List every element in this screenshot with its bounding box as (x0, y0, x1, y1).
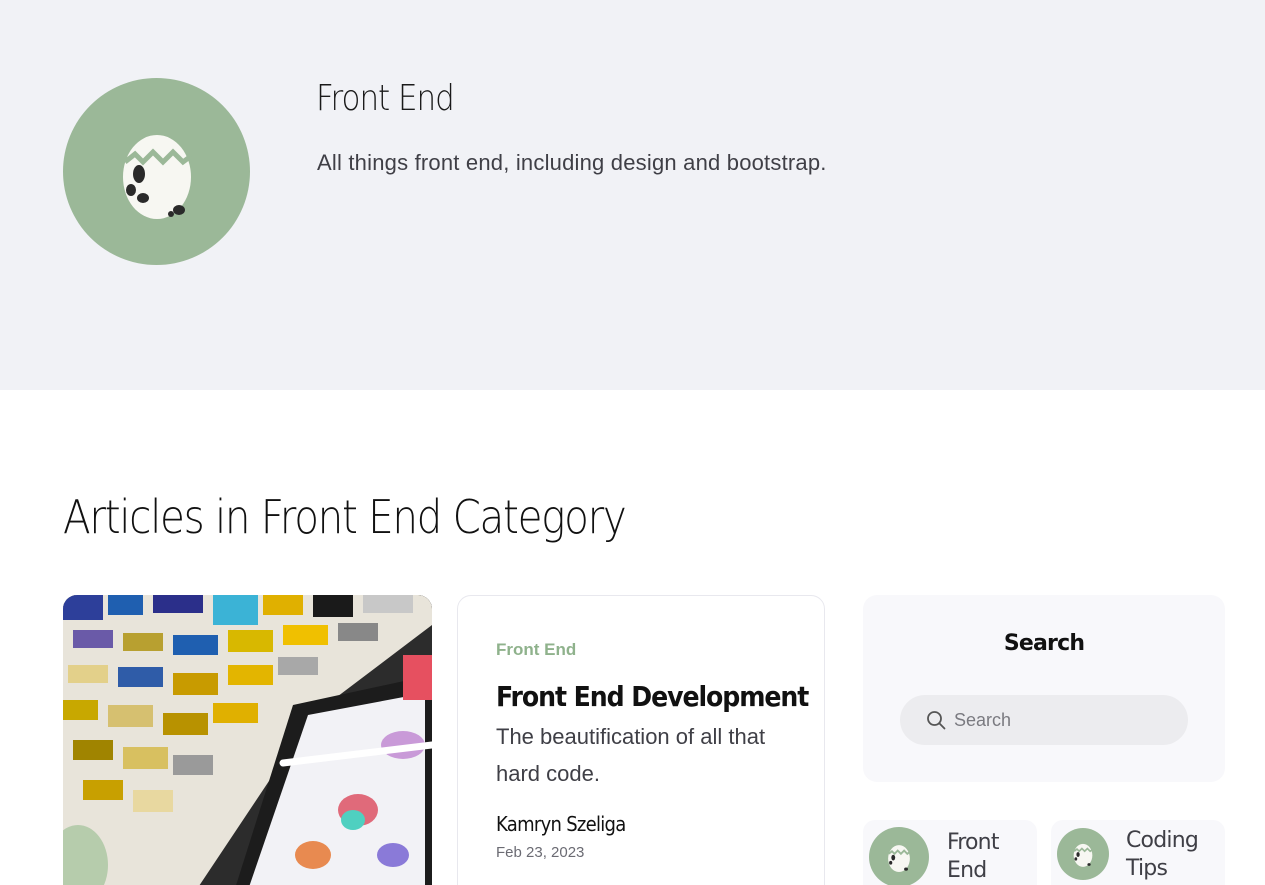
egg-icon (1073, 843, 1093, 867)
search-box[interactable] (900, 695, 1188, 745)
article-author[interactable]: Kamryn Szeliga (496, 812, 626, 836)
egg-icon (888, 845, 911, 873)
egg-icon (122, 134, 192, 219)
article-card[interactable]: Front End Front End Development The beau… (457, 595, 825, 885)
category-card-label[interactable]: Coding Tips (1126, 827, 1216, 883)
category-title: Front End (316, 78, 455, 119)
article-category[interactable]: Front End (496, 640, 576, 660)
search-widget-title: Search (1003, 631, 1085, 656)
search-input[interactable] (954, 695, 1174, 745)
category-card-label[interactable]: Front End (947, 829, 1037, 885)
category-avatar-small (1057, 828, 1109, 880)
category-description: All things front end, including design a… (317, 150, 827, 175)
category-avatar-small (869, 827, 929, 885)
article-image[interactable] (63, 595, 432, 885)
search-icon[interactable] (926, 710, 946, 730)
category-hero: Front End All things front end, includin… (0, 0, 1265, 390)
category-avatar (63, 78, 250, 265)
article-date: Feb 23, 2023 (496, 844, 585, 861)
color-swatches-illustration (63, 595, 432, 885)
article-title[interactable]: Front End Development (496, 680, 809, 713)
articles-heading: Articles in Front End Category (63, 490, 627, 544)
category-card-front-end[interactable]: Front End (863, 820, 1037, 885)
article-excerpt: The beautification of all that hard code… (496, 724, 766, 786)
category-card-coding-tips[interactable]: Coding Tips (1051, 820, 1225, 885)
search-widget: Search (863, 595, 1225, 782)
